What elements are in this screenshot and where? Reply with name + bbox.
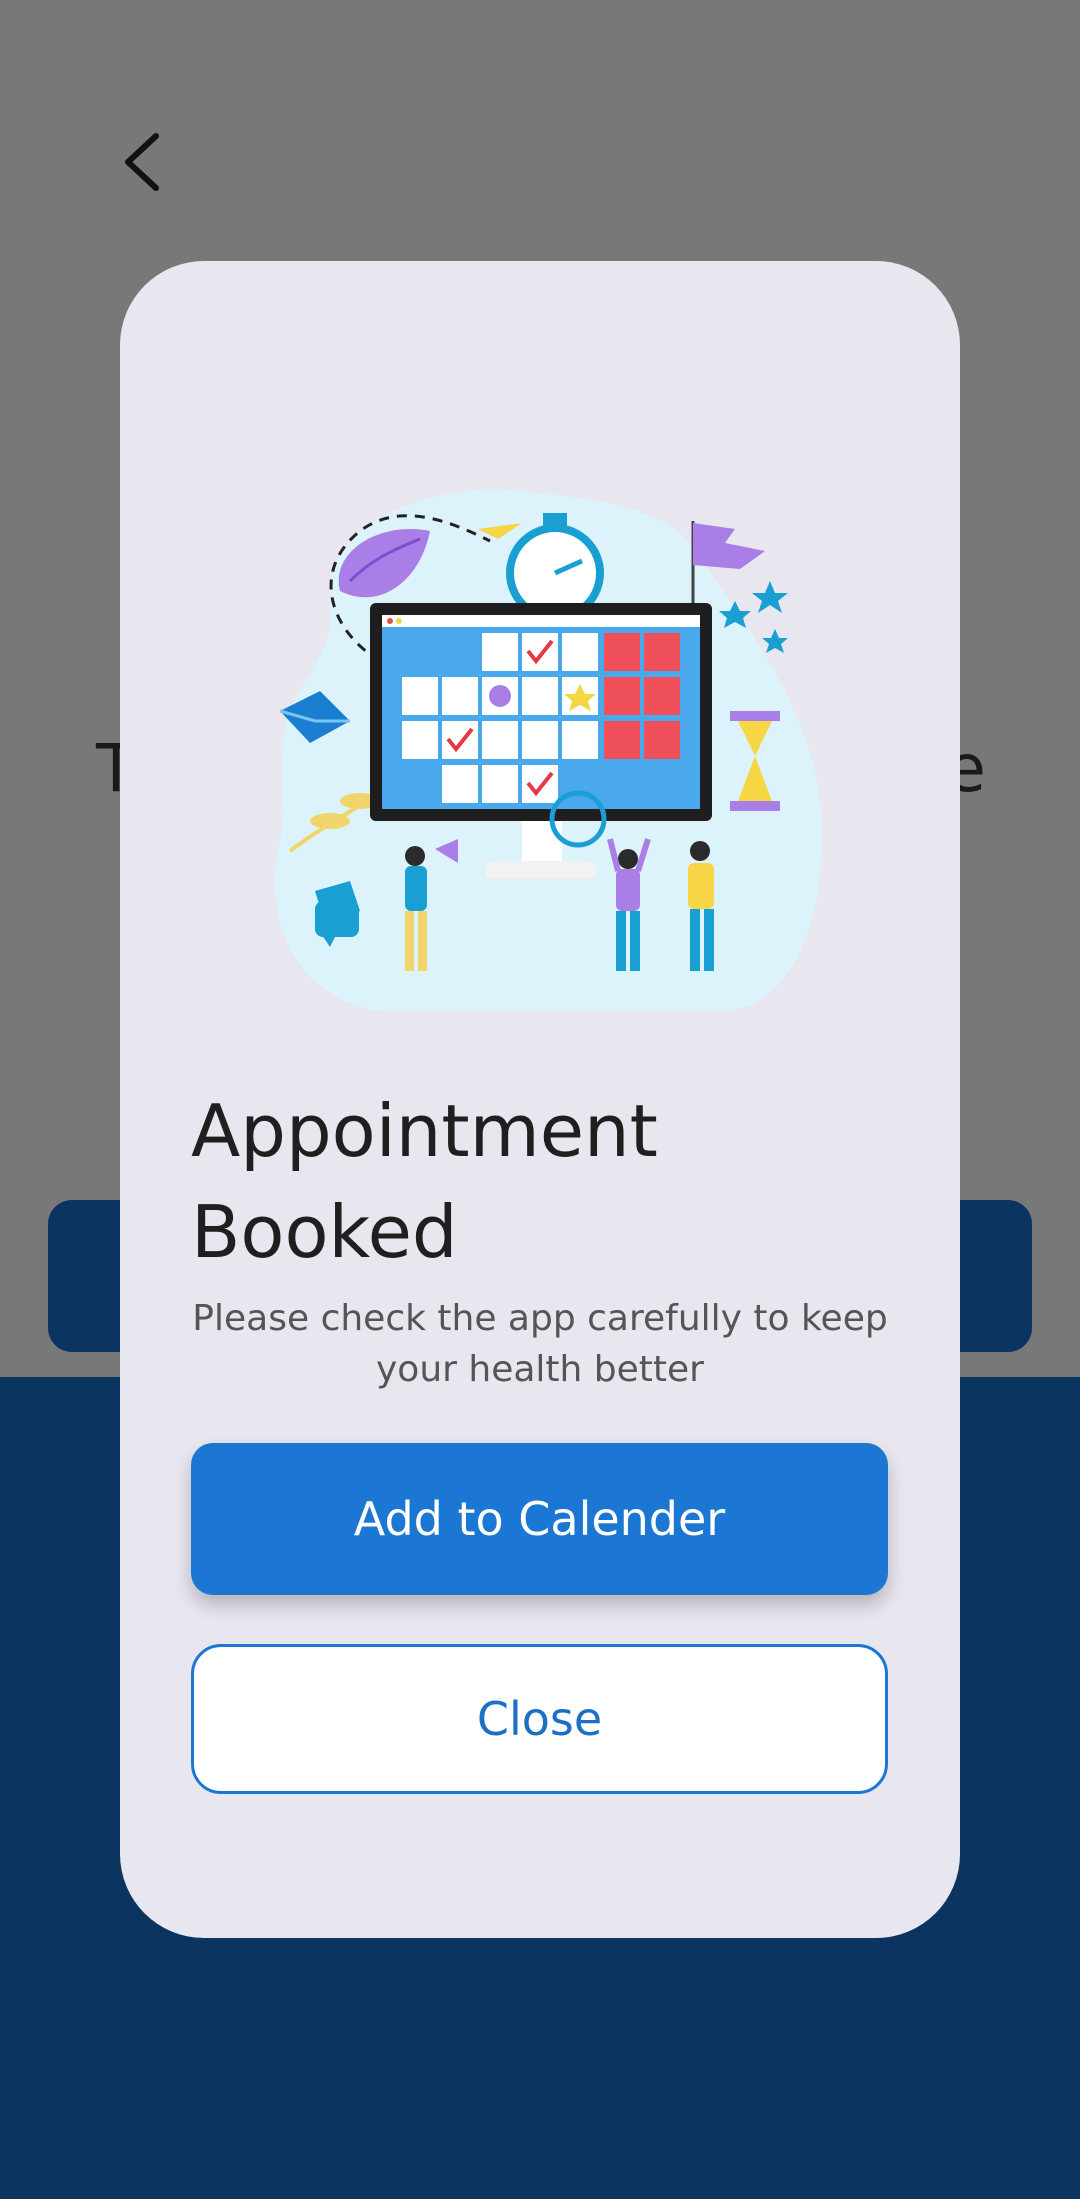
calendar-schedule-illustration xyxy=(274,489,822,1011)
dialog-title-line1: Appointment xyxy=(191,1089,658,1173)
appointment-booked-dialog: Appointment Booked Please check the app … xyxy=(120,261,960,1938)
dialog-title: Appointment Booked xyxy=(191,1081,791,1283)
dialog-title-line2: Booked xyxy=(191,1190,458,1274)
back-arrow-icon[interactable] xyxy=(112,130,176,194)
add-to-calendar-button[interactable]: Add to Calender xyxy=(191,1443,888,1595)
close-button[interactable]: Close xyxy=(191,1644,888,1794)
dialog-description: Please check the app carefully to keep y… xyxy=(192,1298,888,1390)
